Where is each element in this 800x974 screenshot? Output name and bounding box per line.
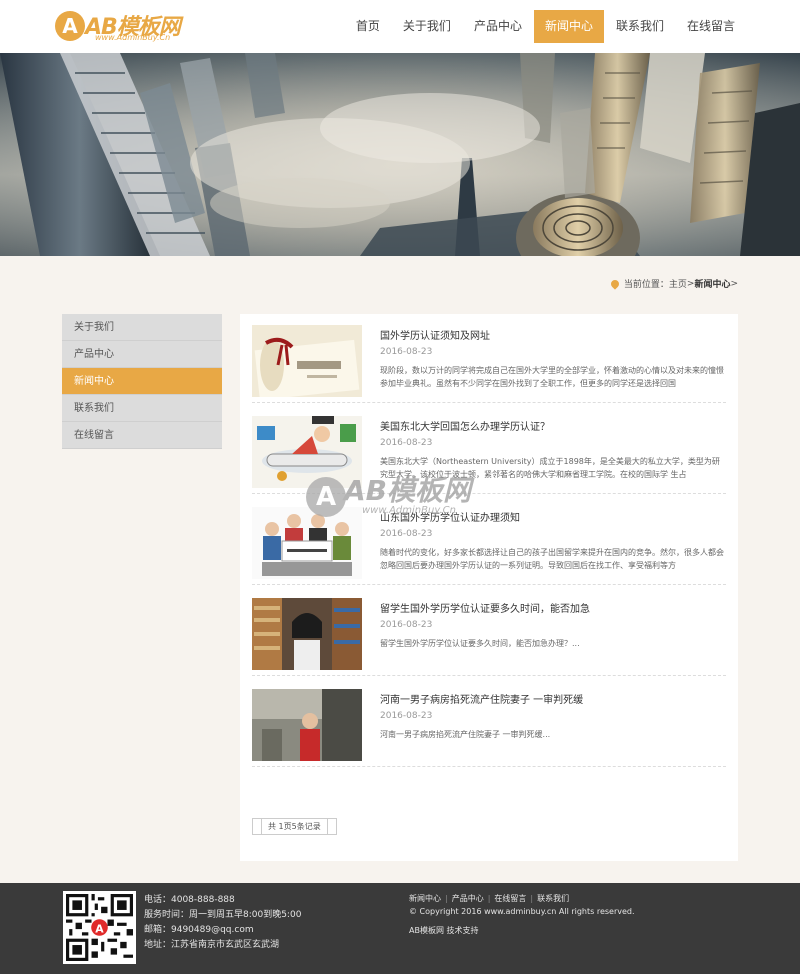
news-thumbnail[interactable] xyxy=(252,689,362,761)
qr-code-icon: A xyxy=(63,891,136,964)
news-thumbnail[interactable] xyxy=(252,325,362,397)
footer-link-message[interactable]: 在线留言 xyxy=(494,894,526,903)
location-pin-icon xyxy=(609,277,621,290)
footer-link-contact[interactable]: 联系我们 xyxy=(537,894,569,903)
sidebar-item-products[interactable]: 产品中心 xyxy=(62,341,222,368)
logo-mark: A xyxy=(55,11,85,41)
watermark-logo: A AB模板网 www.AdminBuy.Cn xyxy=(300,455,500,535)
svg-text:A: A xyxy=(95,922,104,935)
news-title[interactable]: 国外学历认证须知及网址 xyxy=(380,327,490,342)
watermark-subtitle: www.AdminBuy.Cn xyxy=(362,505,456,516)
pagination-prev[interactable] xyxy=(252,818,262,835)
nav-item-about[interactable]: 关于我们 xyxy=(392,10,462,43)
site-logo[interactable]: A AB模板网 www.AdminBuy.Cn xyxy=(55,9,205,45)
news-summary: 留学生国外学历学位认证要多久时间，能否加急办理？... xyxy=(380,639,580,648)
news-list-panel: 国外学历认证须知及网址 2016-08-23 现阶段，数以万计的同学将完成自己在… xyxy=(240,314,738,861)
news-item: 国外学历认证须知及网址 2016-08-23 现阶段，数以万计的同学将完成自己在… xyxy=(252,314,726,403)
contact-phone: 电话：4008-888-888 xyxy=(144,895,235,905)
copyright-text: © Copyright 2016 www.adminbuy.cn All rig… xyxy=(409,907,635,916)
nav-item-news[interactable]: 新闻中心 xyxy=(533,10,604,43)
contact-info: 电话：4008-888-888 服务时间：周一到周五早8:00到晚5:00 邮箱… xyxy=(144,893,301,953)
news-title[interactable]: 留学生国外学历学位认证要多久时间，能否加急 xyxy=(380,600,590,615)
contact-email: 邮箱：9490489@qq.com xyxy=(144,925,254,935)
site-footer: A 电话：4008-888-888 服务时间：周一到周五早8:00到晚5:00 … xyxy=(0,883,800,974)
tech-support-text[interactable]: AB模板网 技术支持 xyxy=(409,925,479,936)
news-summary: 现阶段，数以万计的同学将完成自己在国外大学里的全部学业，怀着激动的心情以及对未来… xyxy=(380,366,724,388)
footer-link-news[interactable]: 新闻中心 xyxy=(409,894,441,903)
sidebar: 关于我们 产品中心 新闻中心 联系我们 在线留言 xyxy=(62,314,222,449)
breadcrumb-home[interactable]: 主页 xyxy=(669,277,687,290)
news-title[interactable]: 河南一男子病房掐死流产住院妻子 一审判死缓 xyxy=(380,691,583,706)
sidebar-item-about[interactable]: 关于我们 xyxy=(62,314,222,341)
watermark-title: AB模板网 xyxy=(344,474,472,507)
news-date: 2016-08-23 xyxy=(380,711,433,721)
sidebar-item-contact[interactable]: 联系我们 xyxy=(62,395,222,422)
news-summary: 随着时代的变化，好多家长都选择让自己的孩子出国留学来提升在国内的竞争。然尔，很多… xyxy=(380,548,724,570)
breadcrumb-separator: > xyxy=(686,278,695,289)
pagination: 共 1页5条记录 xyxy=(252,818,337,835)
footer-link-products[interactable]: 产品中心 xyxy=(452,894,484,903)
breadcrumb-separator-end: > xyxy=(730,278,738,289)
sidebar-item-message[interactable]: 在线留言 xyxy=(62,422,222,449)
news-date: 2016-08-23 xyxy=(380,347,433,357)
pagination-next[interactable] xyxy=(326,818,337,835)
footer-links: 新闻中心 | 产品中心 | 在线留言 | 联系我们 xyxy=(409,894,570,903)
watermark-mark: A xyxy=(306,477,346,517)
news-thumbnail[interactable] xyxy=(252,598,362,670)
nav-item-message[interactable]: 在线留言 xyxy=(676,10,746,43)
news-date: 2016-08-23 xyxy=(380,438,433,448)
site-header: A AB模板网 www.AdminBuy.Cn 首页 关于我们 产品中心 新闻中… xyxy=(0,0,800,53)
nav-item-home[interactable]: 首页 xyxy=(345,10,391,43)
breadcrumb-prefix: 当前位置： xyxy=(623,280,669,290)
news-item: 河南一男子病房掐死流产住院妻子 一审判死缓 2016-08-23 河南一男子病房… xyxy=(252,678,726,767)
breadcrumb-current[interactable]: 新闻中心 xyxy=(694,277,730,290)
news-item: 留学生国外学历学位认证要多久时间，能否加急 2016-08-23 留学生国外学历… xyxy=(252,587,726,676)
news-date: 2016-08-23 xyxy=(380,620,433,630)
nav-item-products[interactable]: 产品中心 xyxy=(463,10,533,43)
pagination-info: 共 1页5条记录 xyxy=(262,818,327,835)
news-title[interactable]: 美国东北大学回国怎么办理学历认证？ xyxy=(380,418,550,433)
breadcrumb: 当前位置： 主页 > 新闻中心 > xyxy=(609,277,738,290)
sidebar-item-news[interactable]: 新闻中心 xyxy=(62,368,222,395)
news-summary: 河南一男子病房掐死流产住院妻子 一审判死缓... xyxy=(380,730,551,739)
contact-hours: 服务时间：周一到周五早8:00到晚5:00 xyxy=(144,910,302,920)
logo-subtitle: www.AdminBuy.Cn xyxy=(95,33,171,42)
banner-image xyxy=(0,53,800,256)
nav-item-contact[interactable]: 联系我们 xyxy=(605,10,675,43)
city-skyline-illustration xyxy=(0,53,800,256)
main-nav: 首页 关于我们 产品中心 新闻中心 联系我们 在线留言 xyxy=(344,10,746,43)
contact-address: 地址：江苏省南京市玄武区玄武湖 xyxy=(144,940,280,950)
